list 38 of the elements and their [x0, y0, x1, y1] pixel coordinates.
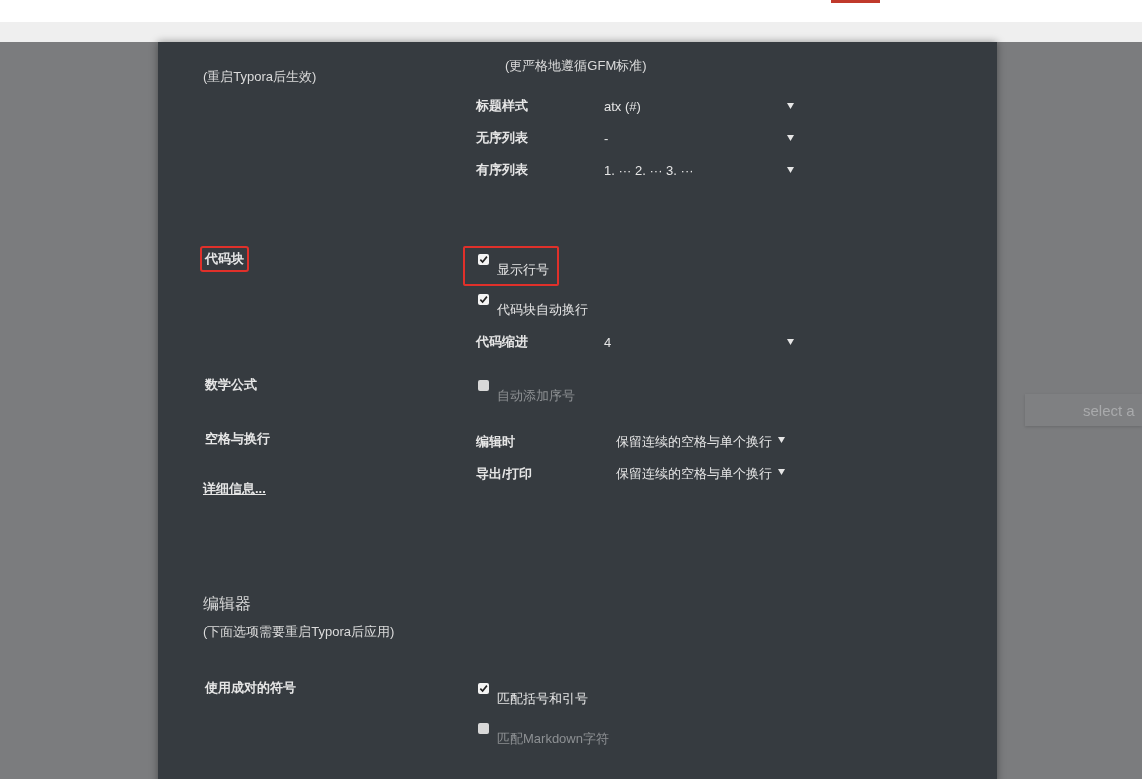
checkbox-label: 自动添加序号 [497, 387, 575, 405]
checkbox[interactable] [478, 254, 489, 265]
caret-icon [778, 437, 785, 443]
checkbox-label: 显示行号 [497, 261, 549, 279]
gfm-note: (更严格地遵循GFM标准) [504, 57, 648, 75]
restart-note: (重启Typora后生效) [203, 68, 318, 86]
caret-icon [787, 134, 794, 141]
tab-marker [831, 0, 880, 3]
select-dropdown[interactable]: 保留连续的空格与单个换行 [616, 433, 785, 451]
checkbox-label: 代码块自动换行 [497, 301, 588, 319]
checkbox[interactable] [478, 294, 489, 305]
checkbox[interactable] [478, 723, 489, 734]
checkbox[interactable] [478, 380, 489, 391]
caret-icon [787, 102, 794, 109]
checkbox-label: 匹配Markdown字符 [497, 730, 609, 748]
option-label: 有序列表 [476, 161, 529, 179]
editor-note: (下面选项需要重启Typora后应用) [203, 623, 396, 641]
select-dropdown[interactable]: 4 [604, 334, 794, 350]
option-label: 标题样式 [476, 97, 529, 115]
select-dropdown[interactable]: - [604, 130, 794, 146]
caret-icon [787, 166, 794, 173]
checkbox-label: 匹配括号和引号 [497, 690, 588, 708]
section-title: 使用成对的符号 [203, 679, 297, 697]
section-title: 代码块 [200, 246, 249, 272]
option-label: 无序列表 [476, 129, 529, 147]
section-title: 数学公式 [204, 376, 258, 394]
select-dropdown[interactable]: atx (#) [604, 98, 794, 114]
details-link[interactable]: 详细信息... [203, 480, 266, 498]
option-label: 编辑时 [476, 433, 516, 451]
section-title: 空格与换行 [204, 430, 271, 448]
editor-heading: 编辑器 [203, 594, 252, 614]
select-dropdown[interactable]: 保留连续的空格与单个换行 [616, 465, 785, 483]
caret-icon [787, 338, 794, 345]
caret-icon [778, 469, 785, 475]
select-dropdown[interactable]: 1. ··· 2. ··· 3. ··· [604, 162, 794, 178]
checkbox[interactable] [478, 683, 489, 694]
option-label: 代码缩进 [476, 333, 529, 351]
option-label: 导出/打印 [476, 465, 533, 483]
